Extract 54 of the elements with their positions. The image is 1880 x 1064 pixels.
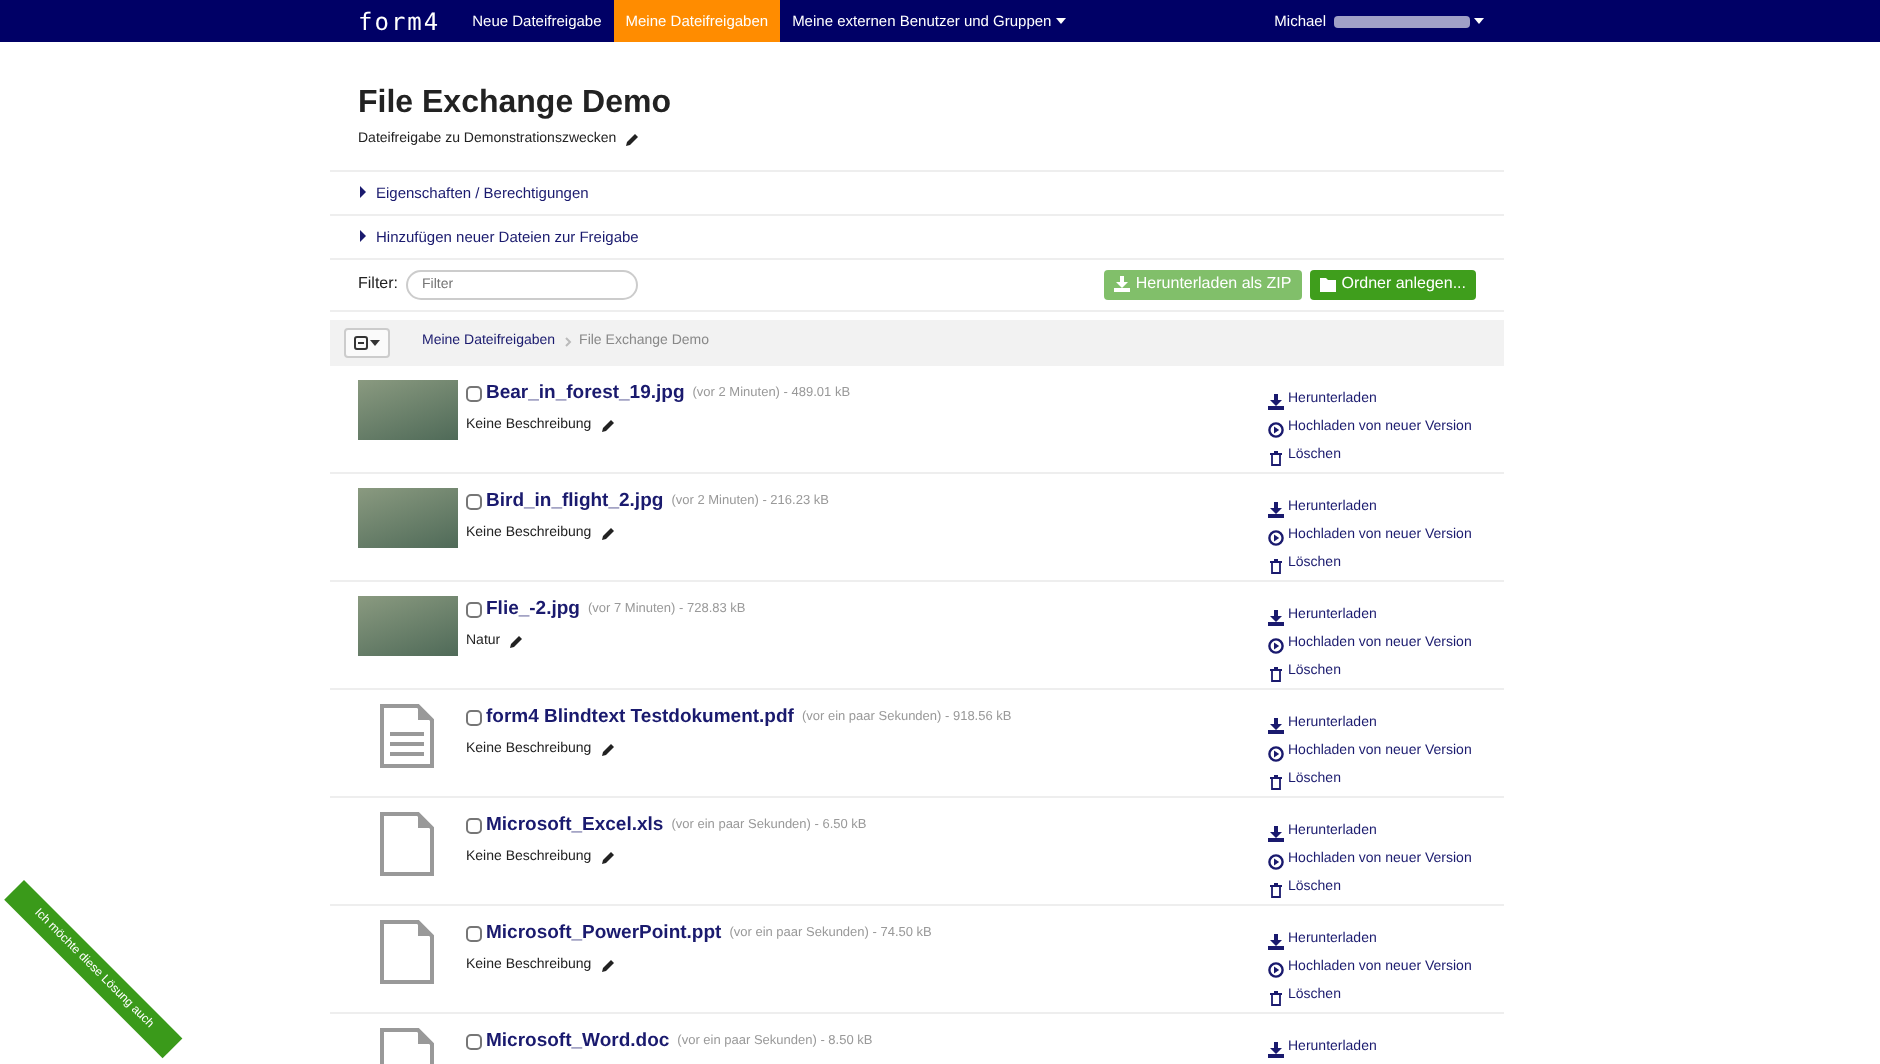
pencil-icon bbox=[599, 958, 616, 975]
trash-icon bbox=[1268, 989, 1284, 1006]
download-icon bbox=[1113, 276, 1130, 293]
file-name-link[interactable]: form4 Blindtext Testdokument.pdf bbox=[486, 703, 794, 732]
file-name-link[interactable]: Flie_-2.jpg bbox=[486, 595, 580, 624]
download-icon bbox=[1268, 609, 1284, 626]
pencil-icon bbox=[599, 850, 616, 867]
view-menu-button[interactable] bbox=[344, 327, 390, 358]
file-checkbox[interactable] bbox=[466, 709, 482, 726]
trash-icon bbox=[1268, 449, 1284, 466]
pencil-icon bbox=[508, 634, 525, 651]
upload-icon bbox=[1268, 961, 1284, 978]
upload-icon bbox=[1268, 529, 1284, 546]
brand-logo[interactable]: form4 bbox=[358, 3, 441, 39]
upload-icon bbox=[1268, 853, 1284, 870]
file-checkbox[interactable] bbox=[466, 1033, 482, 1050]
list-icon bbox=[354, 335, 368, 350]
page-title: File Exchange Demo bbox=[358, 84, 673, 123]
pencil-icon bbox=[599, 418, 616, 435]
pencil-icon bbox=[599, 526, 616, 543]
filter-label: Filter: bbox=[358, 272, 398, 297]
photo-placeholder bbox=[358, 379, 458, 440]
trash-icon bbox=[1268, 557, 1284, 574]
chevron-icon bbox=[563, 336, 572, 349]
upload-icon bbox=[1268, 421, 1284, 438]
caret-icon bbox=[1474, 16, 1484, 26]
download-icon bbox=[1268, 1041, 1284, 1058]
file-name-link[interactable]: Microsoft_PowerPoint.ppt bbox=[486, 919, 722, 948]
file-checkbox[interactable] bbox=[466, 817, 482, 834]
upload-icon bbox=[1268, 745, 1284, 762]
file-name-link[interactable]: Microsoft_Excel.xls bbox=[486, 811, 664, 840]
trash-icon bbox=[1268, 773, 1284, 790]
download-icon bbox=[1268, 717, 1284, 734]
file-name-link[interactable]: Bird_in_flight_2.jpg bbox=[486, 487, 664, 516]
upload-icon bbox=[1268, 637, 1284, 654]
download-icon bbox=[1268, 825, 1284, 842]
file-checkbox[interactable] bbox=[466, 925, 482, 942]
pencil-icon bbox=[624, 132, 641, 149]
file-name-link[interactable]: Bear_in_forest_19.jpg bbox=[486, 379, 685, 408]
file-checkbox[interactable] bbox=[466, 493, 482, 510]
download-icon bbox=[1268, 393, 1284, 410]
trash-icon bbox=[1268, 881, 1284, 898]
file-checkbox[interactable] bbox=[466, 601, 482, 618]
file-checkbox[interactable] bbox=[466, 385, 482, 402]
download-icon bbox=[1268, 501, 1284, 518]
file-name-link[interactable]: Microsoft_Word.doc bbox=[486, 1027, 670, 1056]
caret-icon bbox=[370, 337, 380, 348]
folder-icon bbox=[1319, 276, 1336, 293]
pencil-icon bbox=[599, 742, 616, 759]
redacted-block bbox=[1334, 15, 1470, 27]
photo-placeholder bbox=[358, 595, 458, 656]
trash-icon bbox=[1268, 665, 1284, 682]
download-icon bbox=[1268, 933, 1284, 950]
photo-placeholder bbox=[358, 487, 458, 548]
